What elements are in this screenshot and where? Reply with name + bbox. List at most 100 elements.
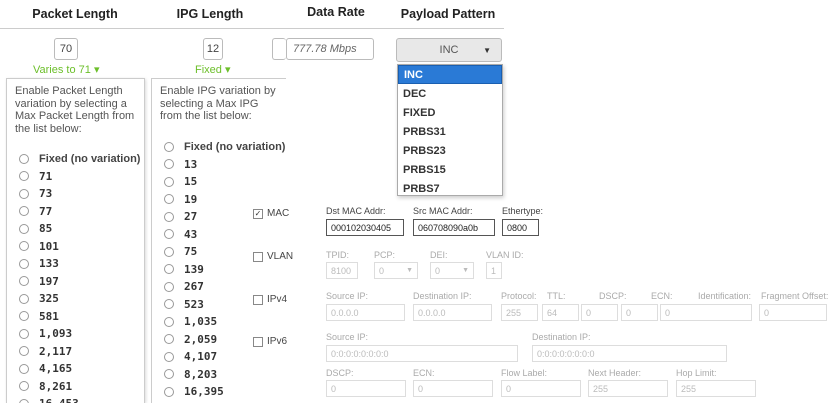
radio-button[interactable] (164, 246, 174, 257)
packet-length-option[interactable]: 325 (7, 290, 144, 308)
ipv6-checkbox-row[interactable]: IPv6 (253, 336, 287, 347)
payload-pattern-select[interactable]: INC ▼ (396, 38, 502, 62)
ipg-option[interactable]: 15 (152, 173, 286, 191)
ipv4-checkbox-row[interactable]: IPv4 (253, 294, 287, 305)
radio-button[interactable] (19, 153, 29, 164)
ipv6-checkbox[interactable] (253, 336, 263, 347)
packet-length-option-label: 73 (39, 187, 53, 201)
radio-button[interactable] (19, 293, 29, 304)
packet-length-option[interactable]: 1,093 (7, 325, 144, 343)
ipv6-src-input[interactable]: 0:0:0:0:0:0:0:0 (326, 345, 518, 362)
next-input-partial[interactable] (272, 38, 286, 60)
packet-length-option[interactable]: 73 (7, 185, 144, 203)
radio-button[interactable] (164, 194, 174, 205)
radio-button[interactable] (164, 229, 174, 240)
ipv4-checkbox[interactable] (253, 294, 263, 305)
radio-button[interactable] (19, 241, 29, 252)
packet-length-option-label: 16,453 (39, 397, 79, 403)
packet-length-option[interactable]: 71 (7, 168, 144, 186)
packet-length-input[interactable]: 70 (54, 38, 78, 60)
radio-button[interactable] (164, 351, 174, 362)
payload-option-inc[interactable]: INC (398, 65, 502, 84)
radio-button[interactable] (19, 171, 29, 182)
packet-length-option[interactable]: Fixed (no variation) (7, 150, 144, 168)
radio-button[interactable] (19, 328, 29, 339)
fragment-offset-input[interactable]: 0 (759, 304, 827, 321)
ipg-length-input[interactable]: 12 (203, 38, 223, 60)
packet-length-variation-dropdown[interactable]: Varies to 71 ▾ (33, 63, 99, 76)
radio-button[interactable] (164, 211, 174, 222)
ipg-length-variation-dropdown[interactable]: Fixed ▾ (195, 63, 230, 76)
packet-length-option[interactable]: 197 (7, 273, 144, 291)
mac-checkbox-row[interactable]: ✓ MAC (253, 208, 289, 219)
radio-button[interactable] (164, 316, 174, 327)
radio-button[interactable] (19, 276, 29, 287)
radio-button[interactable] (19, 311, 29, 322)
packet-length-option[interactable]: 581 (7, 308, 144, 326)
ipv6-dst-input[interactable]: 0:0:0:0:0:0:0:0 (532, 345, 727, 362)
radio-button[interactable] (19, 346, 29, 357)
radio-button[interactable] (19, 188, 29, 199)
radio-button[interactable] (164, 159, 174, 170)
radio-button[interactable] (164, 386, 174, 397)
dei-select[interactable]: 0 ▼ (430, 262, 474, 279)
ipv4-dscp-input[interactable]: 0 (581, 304, 618, 321)
packet-length-option[interactable]: 133 (7, 255, 144, 273)
protocol-input[interactable]: 255 (501, 304, 538, 321)
tpid-input[interactable]: 8100 (326, 262, 358, 279)
payload-option-prbs7[interactable]: PRBS7 (398, 179, 502, 198)
packet-length-option[interactable]: 2,117 (7, 343, 144, 361)
payload-option-dec[interactable]: DEC (398, 84, 502, 103)
dei-value: 0 (435, 265, 441, 276)
ipg-option[interactable]: Fixed (no variation) (152, 138, 286, 156)
radio-button[interactable] (164, 281, 174, 292)
payload-option-prbs31[interactable]: PRBS31 (398, 122, 502, 141)
vlan-checkbox-row[interactable]: VLAN (253, 251, 293, 262)
ipv6-dscp-input[interactable]: 0 (326, 380, 406, 397)
packet-length-option[interactable]: 77 (7, 203, 144, 221)
packet-length-option[interactable]: 85 (7, 220, 144, 238)
data-rate-input[interactable]: 777.78 Mbps (286, 38, 374, 60)
hop-limit-input[interactable]: 255 (676, 380, 756, 397)
mac-checkbox[interactable]: ✓ (253, 208, 263, 219)
radio-button[interactable] (164, 176, 174, 187)
packet-length-option[interactable]: 4,165 (7, 360, 144, 378)
dst-mac-input[interactable]: 000102030405 (326, 219, 404, 236)
radio-button[interactable] (19, 258, 29, 269)
radio-button[interactable] (19, 363, 29, 374)
packet-length-option[interactable]: 101 (7, 238, 144, 256)
radio-button[interactable] (164, 334, 174, 345)
radio-button[interactable] (19, 223, 29, 234)
next-header-input[interactable]: 255 (588, 380, 668, 397)
ethertype-input[interactable]: 0800 (502, 219, 539, 236)
pcp-select[interactable]: 0 ▼ (374, 262, 418, 279)
payload-option-fixed[interactable]: FIXED (398, 103, 502, 122)
vlan-checkbox[interactable] (253, 251, 263, 262)
protocol-label: Protocol: (501, 291, 537, 301)
src-mac-input[interactable]: 060708090a0b (413, 219, 495, 236)
chevron-down-icon: ▼ (406, 267, 413, 274)
packet-length-option[interactable]: 16,453 (7, 395, 144, 403)
ipv4-ecn-input[interactable]: 0 (621, 304, 658, 321)
ipv4-src-input[interactable]: 0.0.0.0 (326, 304, 405, 321)
packet-length-note: Enable Packet Length variation by select… (15, 85, 135, 135)
ttl-input[interactable]: 64 (542, 304, 579, 321)
identification-input[interactable]: 0 (660, 304, 752, 321)
radio-button[interactable] (164, 264, 174, 275)
radio-button[interactable] (164, 141, 174, 152)
vlan-id-input[interactable]: 1 (486, 262, 502, 279)
radio-button[interactable] (19, 381, 29, 392)
ipv4-dst-input[interactable]: 0.0.0.0 (413, 304, 492, 321)
payload-option-prbs15[interactable]: PRBS15 (398, 160, 502, 179)
radio-button[interactable] (164, 369, 174, 380)
next-header-label: Next Header: (588, 368, 642, 378)
ipv6-ecn-input[interactable]: 0 (413, 380, 493, 397)
ipg-option-label: 2,059 (184, 332, 218, 346)
radio-button[interactable] (19, 398, 29, 403)
payload-option-prbs23[interactable]: PRBS23 (398, 141, 502, 160)
radio-button[interactable] (19, 206, 29, 217)
packet-length-option[interactable]: 8,261 (7, 378, 144, 396)
radio-button[interactable] (164, 299, 174, 310)
ipg-option[interactable]: 13 (152, 156, 286, 174)
flow-label-input[interactable]: 0 (501, 380, 581, 397)
